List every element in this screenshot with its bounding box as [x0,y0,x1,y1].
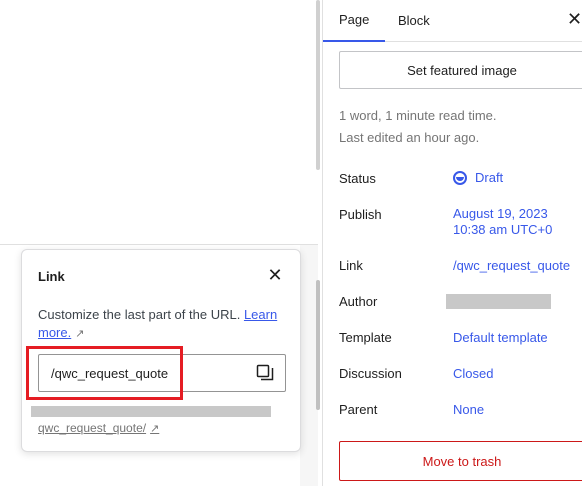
settings-sidebar: Page Block ✕ Set featured image 1 word, … [322,0,582,486]
template-value[interactable]: Default template [453,330,548,346]
tab-page[interactable]: Page [323,0,386,42]
editor-canvas: Link ✕ Customize the last part of the UR… [0,0,320,486]
description-text: Customize the last part of the URL. [38,307,241,322]
close-icon[interactable]: ✕ [567,8,582,30]
author-value-redacted[interactable] [446,294,551,309]
link-popover: Link ✕ Customize the last part of the UR… [21,249,301,452]
status-value[interactable]: Draft [453,170,503,186]
link-label: Link [339,258,363,273]
draft-icon [453,171,467,185]
author-label: Author [339,294,378,309]
popover-description: Customize the last part of the URL. Lear… [38,306,288,343]
discussion-label: Discussion [339,366,402,381]
slug-input[interactable] [39,355,249,391]
copy-icon[interactable] [249,357,281,389]
link-value[interactable]: /qwc_request_quote [453,258,570,274]
publish-time: 10:38 am UTC+0 [453,222,553,237]
publish-value[interactable]: August 19, 2023 10:38 am UTC+0 [453,206,552,238]
move-to-trash-button[interactable]: Move to trash [339,441,582,481]
popover-title: Link [38,269,65,284]
status-label: Status [339,171,376,186]
tab-block[interactable]: Block [382,0,446,42]
close-icon[interactable]: ✕ [264,264,286,286]
set-featured-image-button[interactable]: Set featured image [339,51,582,89]
external-link-icon: ↗ [150,423,160,435]
template-label: Template [339,330,392,345]
sidebar-tabs: Page Block ✕ [323,0,582,42]
discussion-value[interactable]: Closed [453,366,493,382]
permalink-link[interactable]: qwc_request_quote/↗ [38,421,159,435]
external-link-icon: ↗ [75,328,85,340]
editor-scrollbar-top[interactable] [316,0,320,170]
editor-scrollbar-bottom[interactable] [316,280,320,410]
redacted-permalink-base [31,406,271,417]
publish-date: August 19, 2023 [453,206,548,221]
parent-label: Parent [339,402,378,417]
slug-field [38,354,286,392]
status-text: Draft [475,170,504,185]
parent-value[interactable]: None [453,402,484,418]
read-time: 1 word, 1 minute read time. [339,108,497,123]
publish-label: Publish [339,207,382,222]
last-edited: Last edited an hour ago. [339,130,480,145]
